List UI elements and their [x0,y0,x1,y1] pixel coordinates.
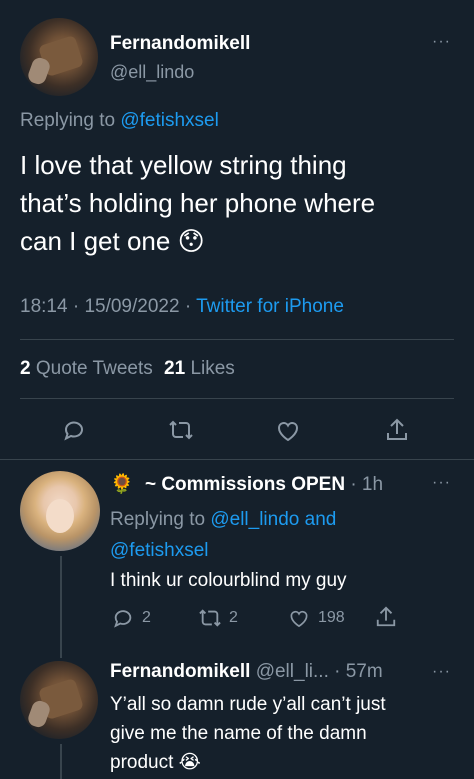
tweet-meta: 18:14 · 15/09/2022 · Twitter for iPhone [20,296,344,317]
heart-icon[interactable] [288,608,310,629]
reply-text-line: product [110,752,174,773]
replying-prefix: Replying to [110,509,206,530]
more-icon[interactable]: ··· [432,33,451,51]
replying-to-link[interactable]: @ell_lindo and [210,509,336,530]
quote-count: 2 [20,358,31,379]
tweet-time[interactable]: 18:14 [20,296,68,317]
replying-to-link[interactable]: @fetishxsel [120,110,219,131]
replying-to: Replying to @ell_lindo and @fetishxsel [110,504,336,566]
reply-text-line: Y’all so damn rude y’all can’t just [110,694,386,715]
replying-to: Replying to @fetishxsel [20,110,219,132]
tweet-age[interactable]: · 1h [350,474,383,495]
display-name[interactable]: ~ Commissions OPEN [145,474,345,495]
reply-header: 🌻 ~ Commissions OPEN · 1h [110,472,383,496]
like-count: 21 [164,358,186,379]
reply-icon[interactable] [62,418,86,442]
avatar[interactable] [20,471,100,551]
more-icon[interactable]: ··· [432,663,451,681]
engagement-stats: 2 Quote Tweets 21 Likes [20,358,235,380]
tweet-text: I love that yellow string thing that’s h… [20,146,460,260]
reply-count: 2 [142,609,151,626]
share-icon[interactable] [375,605,397,629]
retweet-icon[interactable] [198,607,222,629]
quote-stat[interactable]: 2 Quote Tweets [20,358,158,379]
replying-to-link[interactable]: @fetishxsel [110,535,336,566]
tweet-text-line: that’s holding her phone where [20,188,376,218]
reply-text: Y’all so damn rude y’all can’t just give… [110,690,460,777]
reply-text-line: give me the name of the damn [110,723,367,744]
quote-label: Quote Tweets [35,358,153,379]
retweet-icon[interactable] [168,418,194,442]
tweet-text-line: I love that yellow string thing [20,150,347,180]
divider [0,459,474,460]
divider [20,398,454,399]
display-name[interactable]: Fernandomikell [110,33,250,55]
hushed-face-emoji: 😯 [177,226,205,256]
reply-header: Fernandomikell @ell_li... · 57m [110,661,383,683]
tweet-text-line: can I get one [20,226,171,256]
like-count: 198 [318,609,345,626]
tweet-source[interactable]: Twitter for iPhone [196,296,344,317]
thread-line [60,556,62,658]
handle[interactable]: @ell_lindo [110,62,194,83]
reply-text: I think ur colourblind my guy [110,570,347,591]
replying-prefix: Replying to [20,110,116,131]
handle-and-age[interactable]: @ell_li... · 57m [256,661,383,682]
divider [20,339,454,340]
heart-icon[interactable] [275,419,301,443]
likes-stat[interactable]: 21 Likes [164,358,235,379]
sunflower-emoji: 🌻 [110,474,134,495]
share-icon[interactable] [385,417,409,443]
reply-icon[interactable] [112,607,134,629]
display-name[interactable]: Fernandomikell [110,661,250,682]
thread-line [60,744,62,779]
retweet-count: 2 [229,609,238,626]
tweet-date[interactable]: 15/09/2022 [84,296,179,317]
crying-face-emoji: 😭 [178,752,201,773]
like-label: Likes [190,358,235,379]
avatar[interactable] [20,18,98,96]
more-icon[interactable]: ··· [432,474,451,492]
avatar[interactable] [20,661,98,739]
